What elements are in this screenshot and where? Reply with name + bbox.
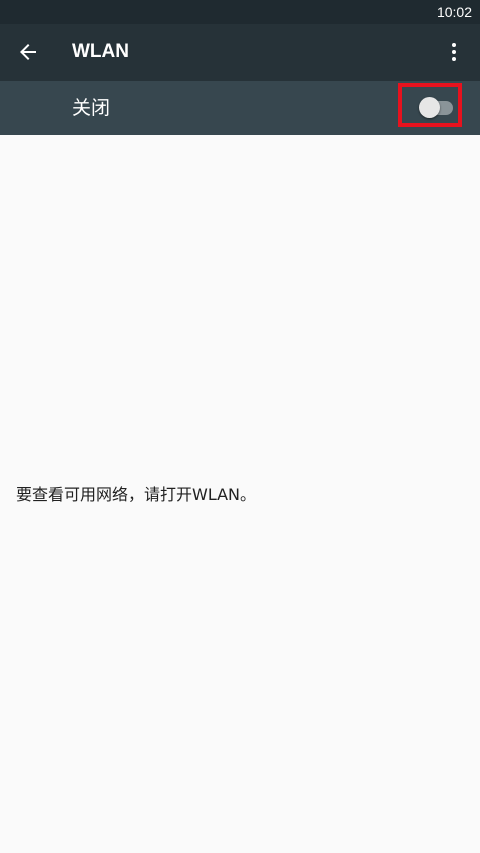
status-time: 10:02 [436,4,472,20]
app-bar: WLAN [0,24,480,81]
wlan-switch-label: 关闭 [72,97,111,119]
back-button[interactable] [6,30,50,74]
more-vertical-icon [452,43,456,61]
wlan-toggle[interactable] [419,97,453,119]
status-bar: 10:02 [0,0,480,24]
more-options-button[interactable] [434,30,474,74]
empty-state-message: 要查看可用网络，请打开WLAN。 [16,485,257,504]
arrow-left-icon [20,44,36,60]
wlan-settings-screen: 10:02 WLAN 关闭 要查看可用网络，请打开WLAN。 [0,0,480,853]
page-title: WLAN [72,41,129,62]
wlan-switch-bar[interactable]: 关闭 [0,81,480,135]
toggle-thumb [419,97,440,118]
